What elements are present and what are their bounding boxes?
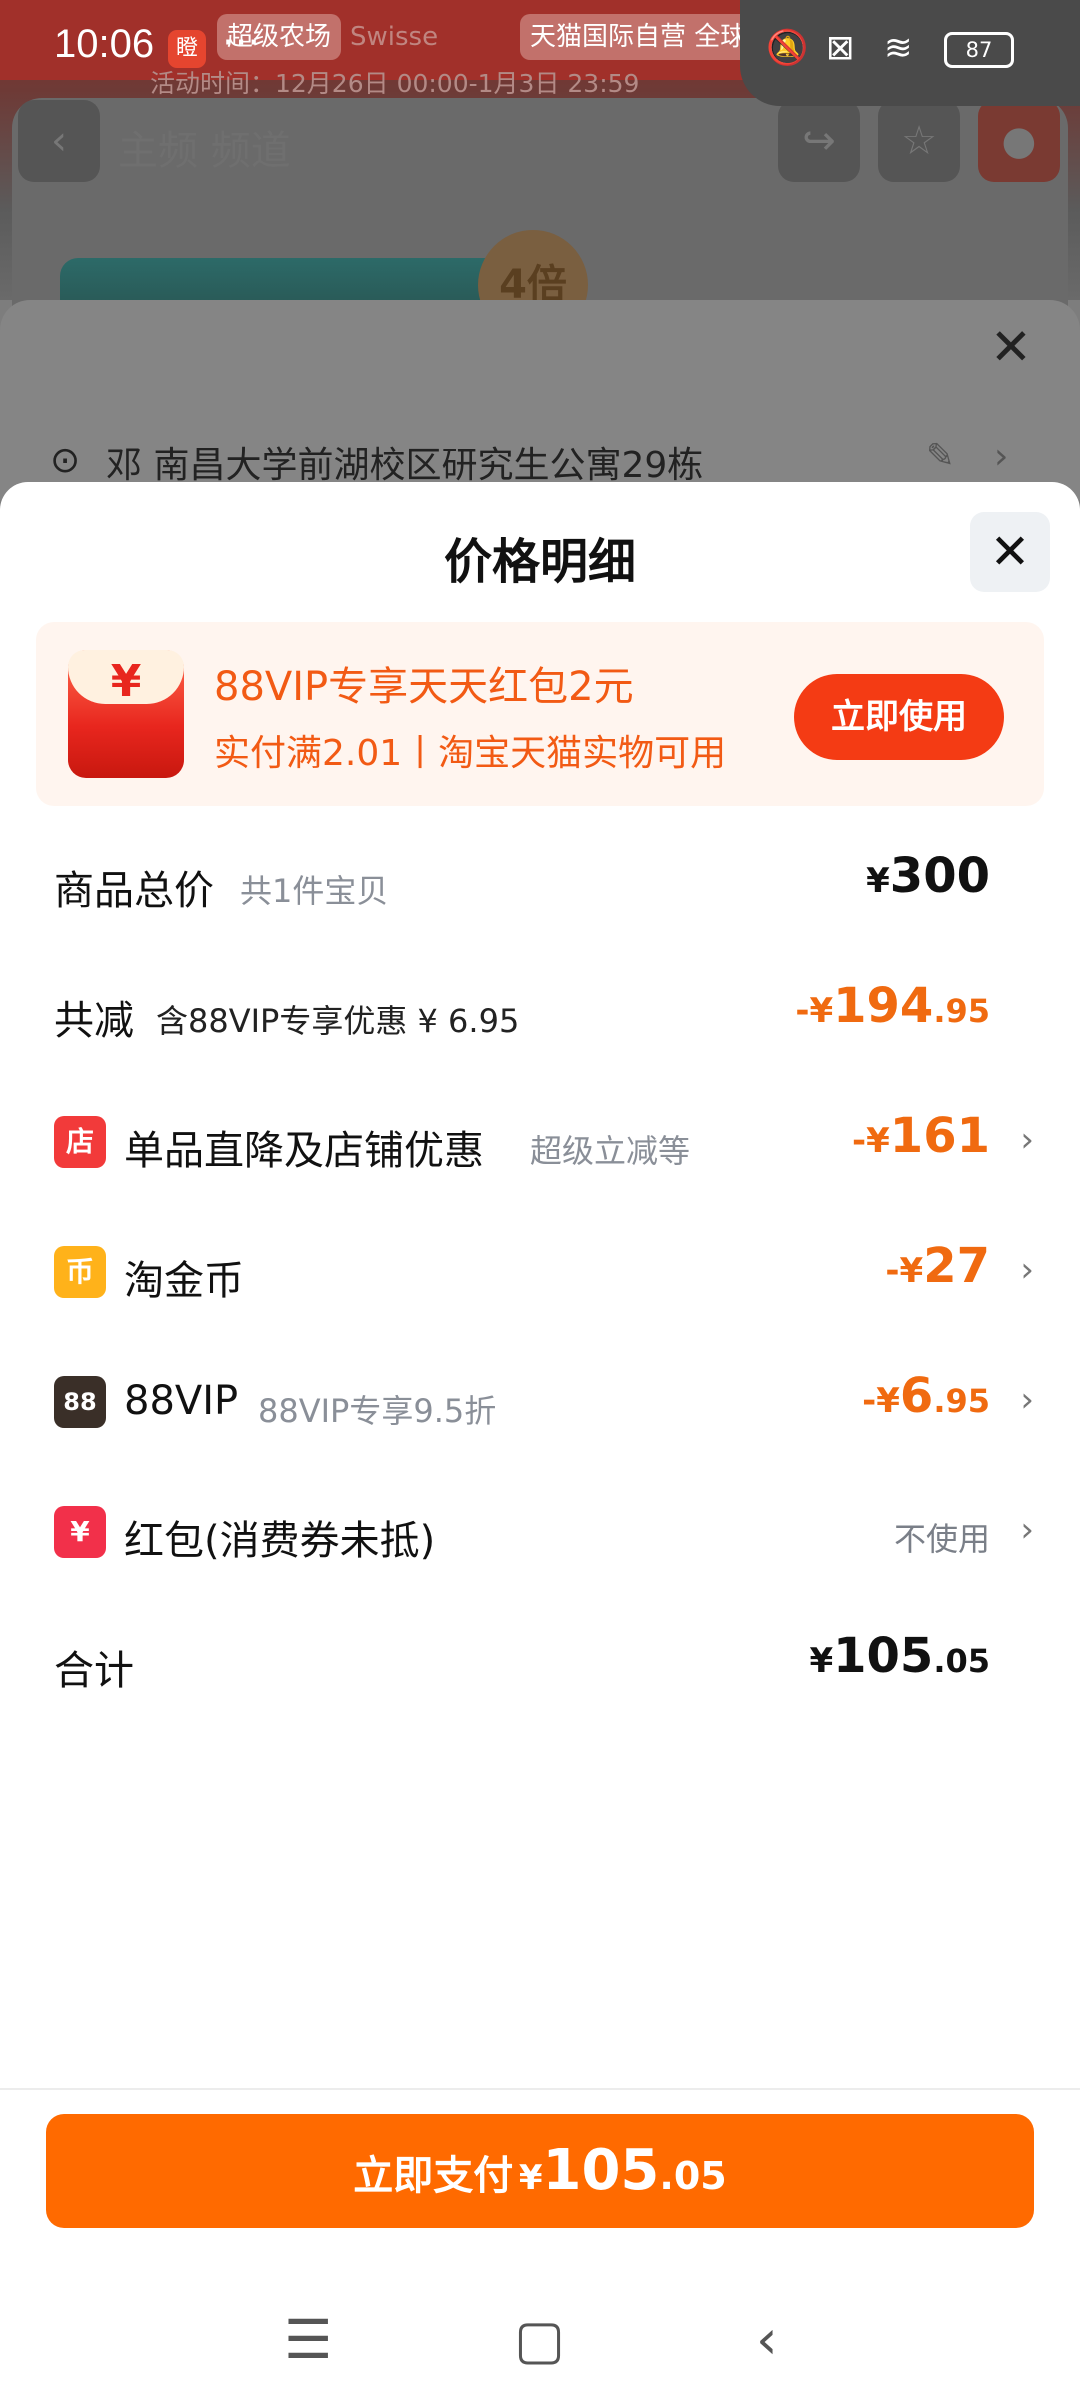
location-pin-icon: ⊙ [50,440,81,481]
mute-icon: 🔕 [766,28,809,68]
sheet-title: 价格明细 [443,534,636,590]
share-icon: ↪ [778,100,860,182]
row-88vip[interactable]: 88 88VIP 88VIP专享9.5折 -¥6.95 › [54,1368,1034,1438]
row-label: 合计 [54,1648,134,1694]
coin-amount: -¥27 [885,1238,990,1294]
use-now-button[interactable]: 立即使用 [794,674,1004,760]
app-notification-icon: 瞪 [168,30,206,68]
row-taojinbi[interactable]: 币 淘金币 -¥27 › [54,1238,1034,1308]
promo-title: 88VIP专享天天红包2元 [214,664,634,710]
wifi-icon: ≋ [884,28,913,68]
store-discount-amount: -¥161 [852,1108,990,1164]
message-icon: ● [978,100,1060,182]
store-icon: 店 [54,1116,106,1168]
row-label: 淘金币 [124,1258,244,1304]
row-sub: 88VIP专享9.5折 [258,1392,497,1430]
row-label: 红包(消费券未抵) [124,1518,436,1564]
divider [0,2088,1080,2090]
chevron-right-icon: › [1020,1250,1034,1290]
more-notifications-icon: ··· [222,20,261,66]
close-button[interactable]: ✕ [970,512,1050,592]
price-detail-sheet: 价格明细 ✕ ¥ 88VIP专享天天红包2元 实付满2.01丨淘宝天猫实物可用 … [0,482,1080,2400]
chevron-right-icon: › [1020,1380,1034,1420]
address-row[interactable]: ⊙ 邓 南昌大学前湖校区研究生公寓29栋 ✎ › [50,436,1030,488]
row-red-packet[interactable]: ¥ 红包(消费券未抵) 不使用 › [54,1498,1034,1568]
status-time: 10:06 [54,22,155,66]
row-label: 88VIP [124,1378,239,1424]
vip-amount: -¥6.95 [862,1368,990,1424]
home-icon[interactable]: ▢ [514,2308,565,2371]
row-sum: 合计 ¥105.05 [54,1628,1034,1698]
row-sub: 含88VIP专享优惠 ¥ 6.95 [156,1002,520,1040]
system-nav-bar: ☰ ▢ ‹ [0,2292,1080,2392]
vip-icon: 88 [54,1376,106,1428]
background-title: 主频 频道 [118,128,291,174]
red-packet-promo: ¥ 88VIP专享天天红包2元 实付满2.01丨淘宝天猫实物可用 立即使用 [36,622,1044,806]
address-text: 邓 南昌大学前湖校区研究生公寓29栋 [106,445,704,486]
edit-icon[interactable]: ✎ [926,436,955,476]
row-label: 共减 [54,998,134,1044]
row-total-discount: 共减 含88VIP专享优惠 ¥ 6.95 -¥194.95 [54,978,1034,1048]
chevron-right-icon: › [1020,1120,1034,1160]
row-sub: 超级立减等 [530,1132,691,1170]
campaign-tag: Swisse [350,22,439,52]
menu-icon[interactable]: ☰ [284,2308,332,2371]
back-icon: ‹ [18,100,100,182]
chevron-right-icon: › [994,436,1009,477]
row-sub: 共1件宝贝 [240,872,389,910]
row-label: 单品直降及店铺优惠 [124,1128,484,1174]
discount-amount: -¥194.95 [795,978,990,1034]
total-amount: ¥300 [866,848,990,904]
row-label: 商品总价 [54,868,214,914]
pay-now-button[interactable]: 立即支付 ¥105.05 [46,2114,1034,2228]
red-packet-status: 不使用 [893,1520,990,1558]
battery-icon: 87 [944,32,1014,68]
red-envelope-icon: ¥ [68,650,184,778]
chevron-right-icon: › [1020,1510,1034,1550]
star-icon: ☆ [878,100,960,182]
sim-off-icon: ⊠ [826,28,855,68]
promo-condition: 实付满2.01丨淘宝天猫实物可用 [214,733,727,774]
row-store-discount[interactable]: 店 单品直降及店铺优惠 超级立减等 -¥161 › [54,1108,1034,1178]
close-icon[interactable]: ✕ [990,318,1032,376]
coin-icon: 币 [54,1246,106,1298]
red-packet-icon: ¥ [54,1506,106,1558]
status-bar: 超级农场 Swisse 天猫国际自营 全球超级店 10:06 瞪 ··· 🔕 ⊠… [0,0,1080,106]
back-nav-icon[interactable]: ‹ [756,2308,778,2371]
row-total-price: 商品总价 共1件宝贝 ¥300 [54,848,1034,918]
sum-amount: ¥105.05 [809,1628,990,1684]
